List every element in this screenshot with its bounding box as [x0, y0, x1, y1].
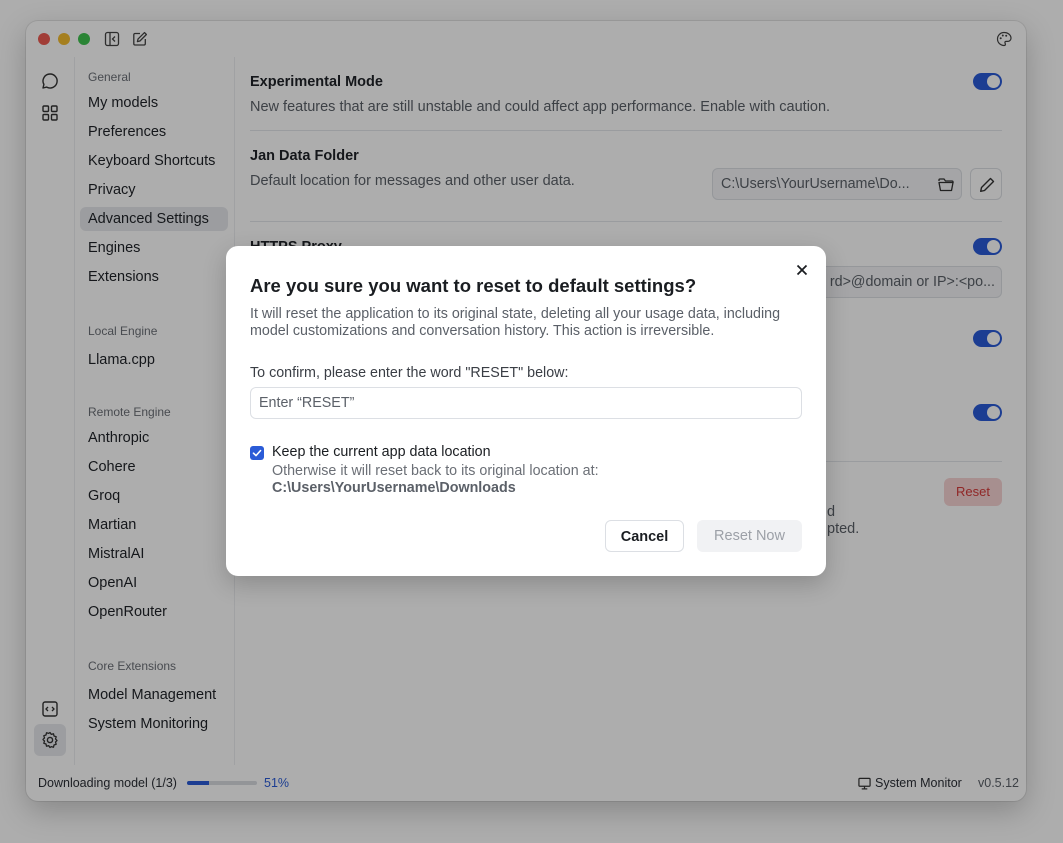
original-location-path: C:\Users\YourUsername\Downloads [272, 480, 516, 496]
reset-confirm-input[interactable] [250, 387, 802, 419]
cancel-button[interactable]: Cancel [605, 520, 684, 552]
reset-confirm-dialog: Are you sure you want to reset to defaul… [226, 246, 826, 576]
check-icon [252, 449, 262, 457]
confirm-label: To confirm, please enter the word "RESET… [250, 365, 569, 381]
keep-location-subtext: Otherwise it will reset back to its orig… [272, 463, 599, 497]
keep-location-checkbox[interactable] [250, 446, 264, 460]
keep-location-note: Otherwise it will reset back to its orig… [272, 463, 599, 479]
dialog-description: It will reset the application to its ori… [250, 306, 781, 339]
keep-location-label[interactable]: Keep the current app data location [272, 444, 491, 460]
close-icon[interactable] [795, 263, 809, 277]
dialog-title: Are you sure you want to reset to defaul… [250, 275, 697, 296]
reset-now-button[interactable]: Reset Now [697, 520, 802, 552]
